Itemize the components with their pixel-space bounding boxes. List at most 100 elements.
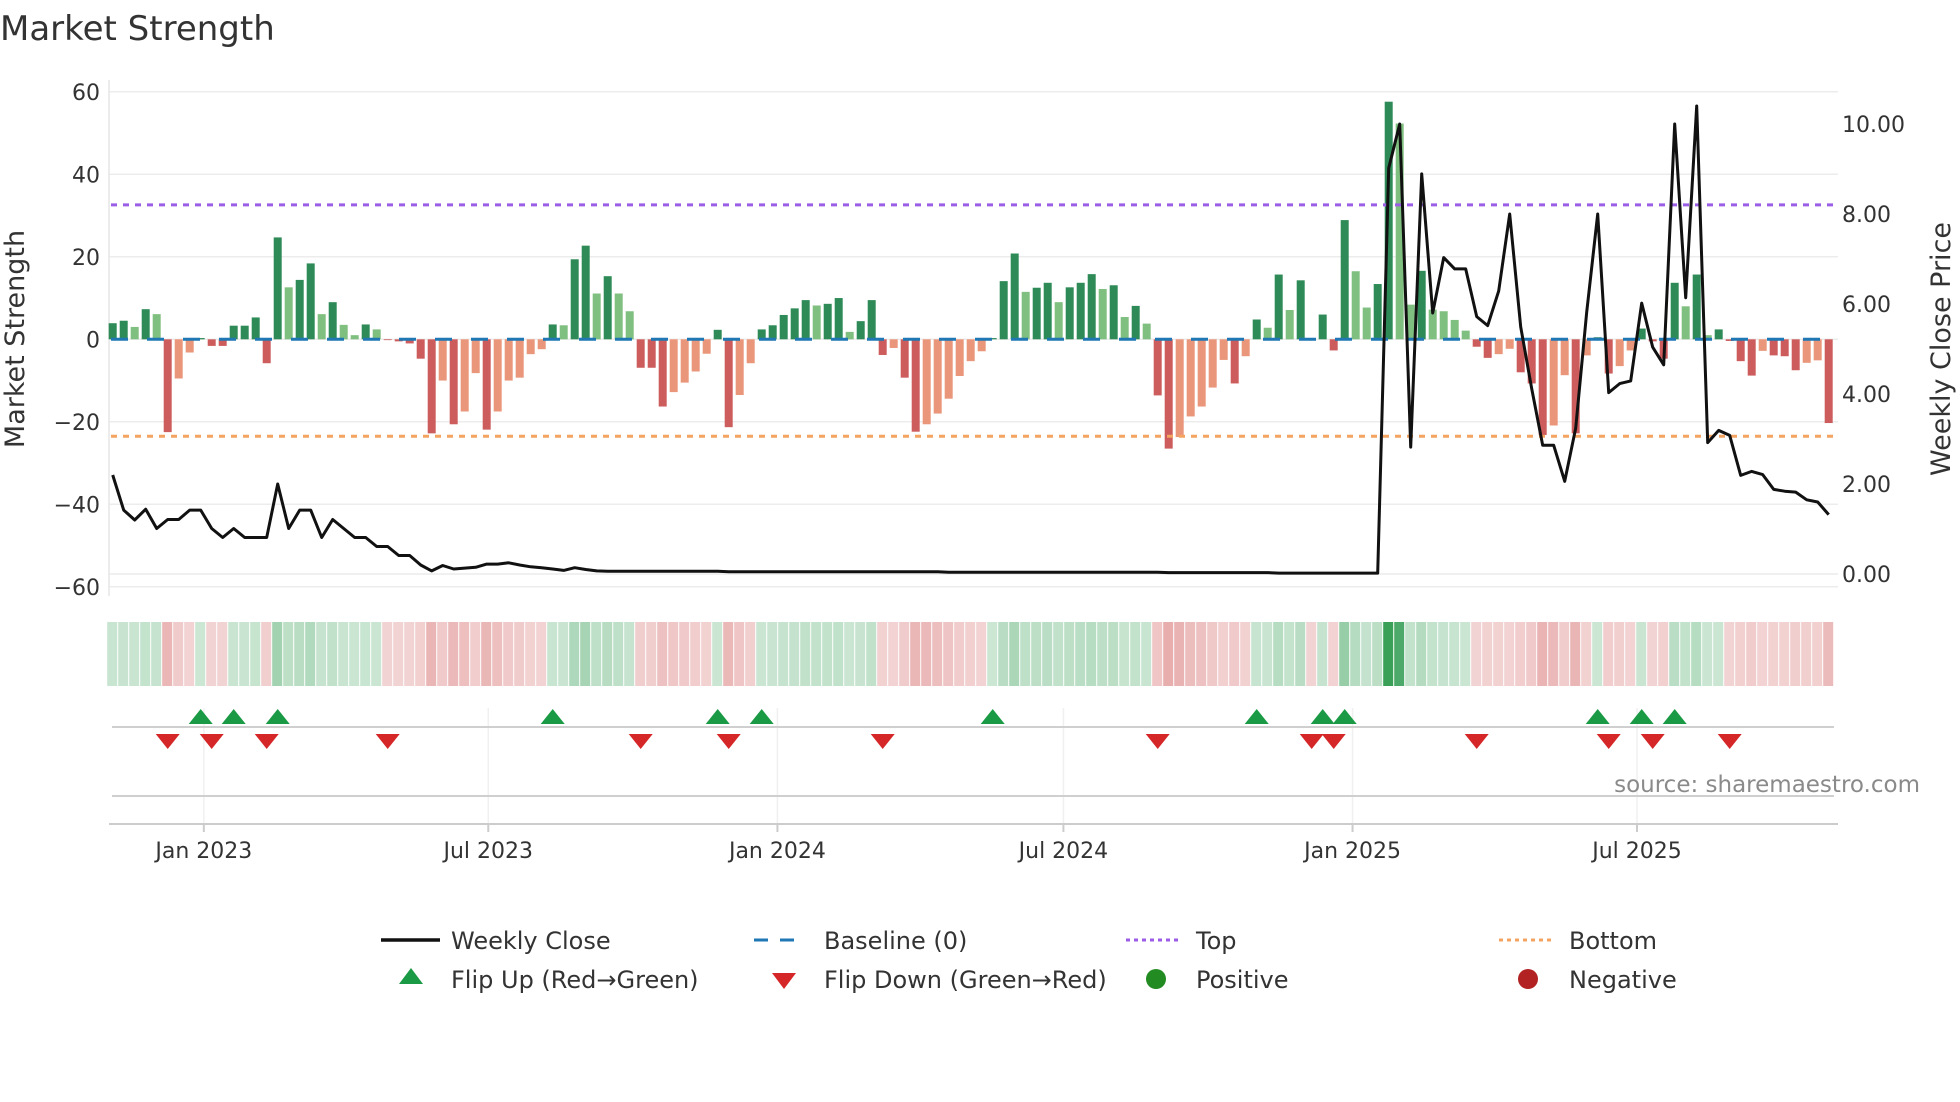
- strip-cell: [558, 622, 569, 686]
- legend-item-flip-down[interactable]: Flip Down (Green→Red): [772, 966, 1107, 994]
- flip-down-marker: [1464, 734, 1489, 749]
- negative-bar: [944, 339, 953, 399]
- strip-cell: [657, 622, 668, 686]
- y2-tick-label: 2.00: [1842, 473, 1891, 498]
- strip-cell: [1207, 622, 1218, 686]
- positive-bar: [1274, 274, 1283, 340]
- strip-cell: [250, 622, 261, 686]
- negative-bar: [669, 339, 678, 393]
- negative-bar: [427, 339, 436, 434]
- y-tick-label: −40: [54, 493, 100, 518]
- flip-up-marker: [1244, 709, 1269, 724]
- legend-label: Negative: [1569, 966, 1677, 994]
- positive-bar: [1318, 314, 1327, 340]
- legend-item-top[interactable]: Top: [1126, 927, 1237, 955]
- strip-cell: [327, 622, 338, 686]
- positive-bar: [317, 314, 326, 340]
- negative-bar: [889, 339, 898, 348]
- source-credit: source: sharemaestro.com: [1614, 772, 1920, 798]
- negative-bar: [1747, 339, 1756, 376]
- strip-cell: [1526, 622, 1537, 686]
- strip-cell: [987, 622, 998, 686]
- y2-tick-label: 6.00: [1842, 293, 1891, 318]
- flip-up-marker: [265, 709, 290, 724]
- negative-bar: [1175, 339, 1184, 438]
- strip-cell: [1339, 622, 1350, 686]
- triangle-down-icon: [772, 973, 796, 989]
- strip-cell: [1614, 622, 1625, 686]
- strip-cell: [239, 622, 250, 686]
- legend-item-baseline[interactable]: Baseline (0): [754, 927, 967, 955]
- negative-bar: [1560, 339, 1569, 376]
- negative-bar: [515, 339, 524, 378]
- strip-cell: [118, 622, 129, 686]
- strip-cell: [1064, 622, 1075, 686]
- negative-bar: [691, 339, 700, 372]
- strip-cell: [1812, 622, 1823, 686]
- legend-item-flip-up[interactable]: Flip Up (Red→Green): [399, 966, 699, 994]
- legend-item-weekly-close[interactable]: Weekly Close: [381, 927, 611, 955]
- strip-cell: [1548, 622, 1559, 686]
- legend-item-negative[interactable]: Negative: [1518, 966, 1677, 994]
- strip-cell: [371, 622, 382, 686]
- positive-bar: [1681, 306, 1690, 340]
- strip-cell: [1482, 622, 1493, 686]
- strip-cell: [514, 622, 525, 686]
- strip-cell: [734, 622, 745, 686]
- negative-bar: [1615, 339, 1624, 367]
- strip-cell: [1262, 622, 1273, 686]
- negative-bar: [1153, 339, 1162, 396]
- strip-cell: [1372, 622, 1383, 686]
- strip-cell: [195, 622, 206, 686]
- legend-item-positive[interactable]: Positive: [1146, 966, 1289, 994]
- strip-cell: [668, 622, 679, 686]
- positive-bar: [1142, 323, 1151, 340]
- strip-cell: [690, 622, 701, 686]
- strip-cell: [1383, 622, 1394, 686]
- circle-icon: [1146, 969, 1166, 989]
- positive-bar: [1340, 220, 1349, 340]
- positive-bar: [284, 287, 293, 340]
- negative-bar: [1241, 339, 1250, 357]
- positive-bar: [328, 302, 337, 340]
- strip-cell: [921, 622, 932, 686]
- strip-cell: [1328, 622, 1339, 686]
- strip-cell: [701, 622, 712, 686]
- positive-bar: [625, 311, 634, 340]
- negative-bar: [526, 339, 535, 355]
- strip-cell: [1603, 622, 1614, 686]
- negative-bar: [680, 339, 689, 383]
- flip-up-marker: [705, 709, 730, 724]
- strip-cell: [602, 622, 613, 686]
- strip-cell: [1284, 622, 1295, 686]
- flip-down-marker: [870, 734, 895, 749]
- strip-cell: [1218, 622, 1229, 686]
- strip-cell: [1009, 622, 1020, 686]
- negative-bar: [262, 339, 271, 364]
- strip-cell: [756, 622, 767, 686]
- strip-cell: [1801, 622, 1812, 686]
- strip-cell: [745, 622, 756, 686]
- positive-bar: [999, 281, 1008, 340]
- strip-cell: [184, 622, 195, 686]
- strip-cell: [426, 622, 437, 686]
- positive-bar: [1362, 307, 1371, 340]
- positive-bar: [856, 321, 865, 340]
- negative-bar: [185, 339, 194, 353]
- strip-cell: [844, 622, 855, 686]
- strip-cell: [1471, 622, 1482, 686]
- y-tick-label: 60: [72, 81, 100, 106]
- strip-cell: [811, 622, 822, 686]
- strip-cell: [1746, 622, 1757, 686]
- strip-cell: [1361, 622, 1372, 686]
- strip-cell: [1075, 622, 1086, 686]
- strip-cell: [1141, 622, 1152, 686]
- strip-cell: [1625, 622, 1636, 686]
- legend-item-bottom[interactable]: Bottom: [1499, 927, 1657, 955]
- strip-cell: [1251, 622, 1262, 686]
- positive-bar: [1263, 327, 1272, 340]
- strip-cell: [1768, 622, 1779, 686]
- negative-bar: [207, 339, 216, 346]
- legend-label: Bottom: [1569, 927, 1657, 955]
- negative-bar: [1813, 339, 1822, 361]
